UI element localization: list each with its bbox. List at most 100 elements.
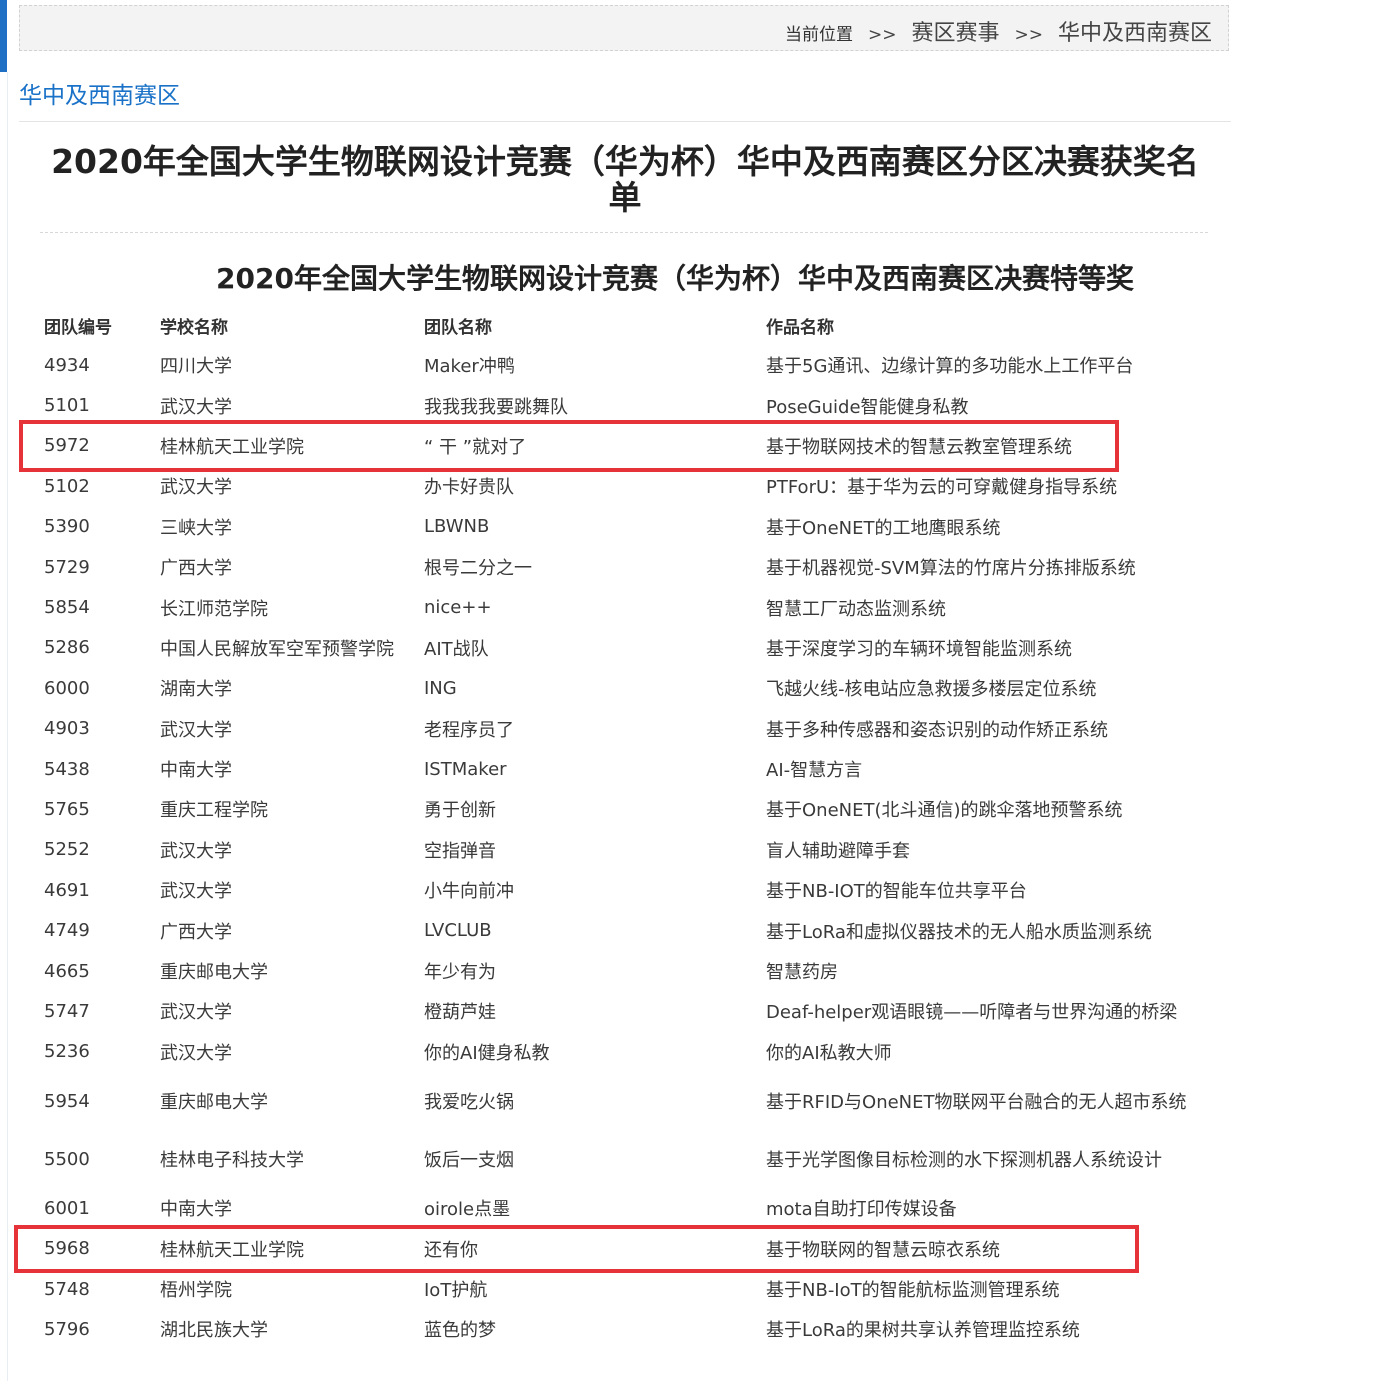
- left-accent-bar: [0, 0, 7, 72]
- cell-team-name: LVCLUB: [424, 920, 492, 942]
- cell-work-name: 基于OneNET(北斗通信)的跳伞落地预警系统: [766, 800, 1123, 822]
- cell-work-name: 基于机器视觉-SVM算法的竹席片分拣排版系统: [766, 558, 1136, 580]
- cell-work-name: 智慧工厂动态监测系统: [766, 598, 946, 620]
- cell-work-name: 基于5G通讯、边缘计算的多功能水上工作平台: [766, 356, 1134, 378]
- cell-work-name: AI-智慧方言: [766, 760, 863, 782]
- table-row: 6000 湖南大学 ING 飞越火线-核电站应急救援多楼层定位系统: [44, 668, 1226, 708]
- table-row: 5286 中国人民解放军空军预警学院 AIT战队 基于深度学习的车辆环境智能监测系统: [44, 628, 1226, 668]
- cell-team-name: Maker冲鸭: [424, 356, 515, 378]
- cell-work-name: 基于NB-IoT的智能航标监测管理系统: [766, 1280, 1060, 1301]
- cell-school: 武汉大学: [160, 881, 232, 903]
- cell-work-name: 基于NB-IOT的智能车位共享平台: [766, 881, 1027, 903]
- cell-school: 桂林电子科技大学: [160, 1150, 304, 1172]
- cell-work-name: 盲人辅助避障手套: [766, 840, 910, 862]
- cell-team-id: 5500: [44, 1148, 90, 1170]
- cell-team-id: 5747: [44, 1000, 90, 1022]
- cell-team-name: 蓝色的梦: [424, 1320, 496, 1342]
- cell-team-id: 5854: [44, 597, 90, 619]
- cell-work-name: mota自助打印传媒设备: [766, 1199, 957, 1221]
- breadcrumb-separator: >>: [867, 25, 897, 45]
- cell-team-name: nice++: [424, 597, 492, 619]
- cell-team-name: ING: [424, 677, 457, 699]
- cell-work-name: 基于多种传感器和姿态识别的动作矫正系统: [766, 719, 1108, 741]
- cell-school: 重庆工程学院: [160, 800, 268, 822]
- cell-school: 广西大学: [160, 558, 232, 580]
- cell-team-id: 5236: [44, 1041, 90, 1063]
- cell-team-id: 5765: [44, 798, 90, 820]
- cell-school: 梧州学院: [160, 1280, 232, 1301]
- cell-team-name: 勇于创新: [424, 800, 496, 822]
- cell-team-name: 根号二分之一: [424, 558, 532, 580]
- cell-team-name: LBWNB: [424, 516, 490, 538]
- cell-team-id: 5954: [44, 1090, 90, 1112]
- table-row: 5236 武汉大学 你的AI健身私教 你的AI私教大师: [44, 1032, 1226, 1072]
- left-border: [7, 72, 8, 1381]
- cell-school: 湖北民族大学: [160, 1320, 268, 1342]
- cell-work-name: 基于光学图像目标检测的水下探测机器人系统设计: [766, 1150, 1162, 1172]
- table-header-row: 团队编号 学校名称 团队名称 作品名称: [44, 305, 1226, 345]
- cell-school: 武汉大学: [160, 840, 232, 862]
- cell-school: 武汉大学: [160, 719, 232, 741]
- cell-school: 重庆邮电大学: [160, 962, 268, 984]
- cell-team-name: 小牛向前冲: [424, 881, 514, 903]
- cell-team-id: 5286: [44, 637, 90, 659]
- cell-school: 长江师范学院: [160, 598, 268, 620]
- header-work-name: 作品名称: [766, 317, 834, 338]
- cell-work-name: 基于LoRa的果树共享认养管理监控系统: [766, 1320, 1080, 1342]
- table-row: 5748 梧州学院 IoT护航 基于NB-IoT的智能航标监测管理系统: [44, 1269, 1226, 1309]
- cell-work-name: 基于LoRa和虚拟仪器技术的无人船水质监测系统: [766, 921, 1152, 943]
- cell-work-name: 智慧药房: [766, 962, 838, 984]
- cell-team-id: 4691: [44, 879, 90, 901]
- cell-team-name: 空指弹音: [424, 840, 496, 862]
- cell-team-id: 5390: [44, 516, 90, 538]
- cell-team-name: oirole点墨: [424, 1199, 511, 1221]
- cell-team-id: 5748: [44, 1278, 90, 1300]
- breadcrumb-link-events[interactable]: 赛区赛事: [911, 21, 999, 46]
- table-row: 5954 重庆邮电大学 我爱吃火锅 基于RFID与OneNET物联网平台融合的无人超市…: [44, 1072, 1226, 1130]
- breadcrumb-separator: >>: [1014, 25, 1043, 45]
- award-title: 2020年全国大学生物联网设计竞赛（华为杯）华中及西南赛区决赛特等奖: [216, 262, 1134, 295]
- cell-school: 广西大学: [160, 921, 232, 943]
- header-team-id: 团队编号: [44, 317, 112, 338]
- cell-school: 武汉大学: [160, 1042, 232, 1064]
- breadcrumb-link-region[interactable]: 华中及西南赛区: [1058, 21, 1212, 46]
- cell-team-id: 4665: [44, 960, 90, 982]
- cell-team-name: AIT战队: [424, 638, 489, 660]
- cell-school: 三峡大学: [160, 517, 232, 539]
- table-row: 5252 武汉大学 空指弹音 盲人辅助避障手套: [44, 830, 1226, 870]
- cell-team-id: 4749: [44, 920, 90, 942]
- cell-school: 武汉大学: [160, 1002, 232, 1024]
- cell-team-id: 5796: [44, 1318, 90, 1340]
- cell-team-id: 5438: [44, 758, 90, 780]
- cell-team-name: ISTMaker: [424, 758, 507, 780]
- cell-school: 中国人民解放军空军预警学院: [160, 638, 394, 660]
- cell-team-id: 4934: [44, 354, 90, 376]
- cell-team-id: 5729: [44, 556, 90, 578]
- highlight-box: [19, 420, 1119, 472]
- breadcrumb: 当前位置 >> 赛区赛事 >> 华中及西南赛区: [785, 15, 1212, 47]
- section-heading: 华中及西南赛区: [19, 83, 180, 109]
- table-row: 4934 四川大学 Maker冲鸭 基于5G通讯、边缘计算的多功能水上工作平台: [44, 345, 1226, 385]
- cell-school: 中南大学: [160, 1199, 232, 1221]
- header-team-name: 团队名称: [424, 317, 492, 338]
- cell-team-id: 6000: [44, 677, 90, 699]
- table-row: 4749 广西大学 LVCLUB 基于LoRa和虚拟仪器技术的无人船水质监测系统: [44, 910, 1226, 950]
- table-row: 5390 三峡大学 LBWNB 基于OneNET的工地鹰眼系统: [44, 507, 1226, 547]
- cell-work-name: 基于RFID与OneNET物联网平台融合的无人超市系统: [766, 1092, 1187, 1114]
- cell-team-name: 年少有为: [424, 962, 496, 984]
- cell-team-id: 5102: [44, 475, 90, 497]
- cell-school: 湖南大学: [160, 679, 232, 701]
- cell-school: 中南大学: [160, 760, 232, 782]
- cell-school: 四川大学: [160, 356, 232, 378]
- cell-work-name: 基于深度学习的车辆环境智能监测系统: [766, 638, 1072, 660]
- section-divider: [19, 121, 1231, 122]
- table-row: 4665 重庆邮电大学 年少有为 智慧药房: [44, 951, 1226, 991]
- cell-team-name: 饭后一支烟: [424, 1150, 514, 1172]
- cell-work-name: Deaf-helper观语眼镜——听障者与世界沟通的桥梁: [766, 1002, 1178, 1024]
- cell-team-id: 6001: [44, 1197, 90, 1219]
- cell-team-name: 办卡好贵队: [424, 477, 514, 499]
- article-title: 2020年全国大学生物联网设计竞赛（华为杯）华中及西南赛区分区决赛获奖名单: [51, 142, 1199, 217]
- table-row: 5854 长江师范学院 nice++ 智慧工厂动态监测系统: [44, 587, 1226, 627]
- cell-work-name: PTForU：基于华为云的可穿戴健身指导系统: [766, 477, 1118, 499]
- table-row: 5102 武汉大学 办卡好贵队 PTForU：基于华为云的可穿戴健身指导系统: [44, 466, 1226, 506]
